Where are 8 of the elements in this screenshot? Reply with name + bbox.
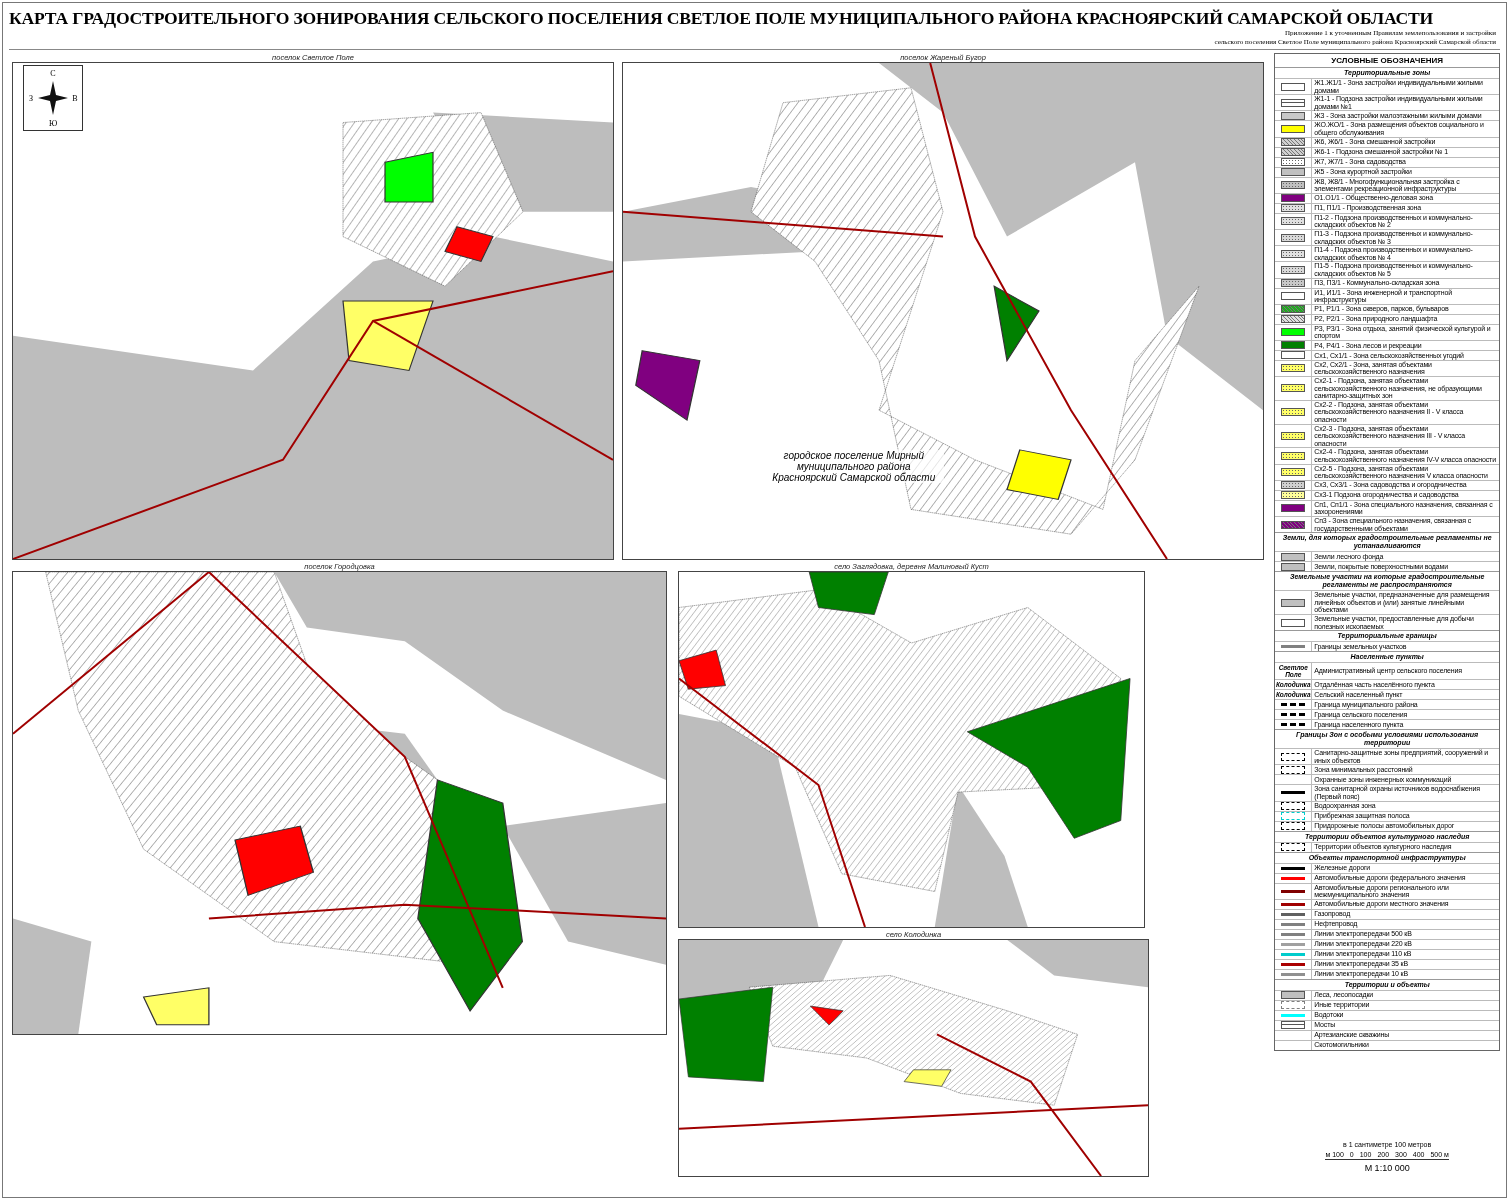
legend-title: УСЛОВНЫЕ ОБОЗНАЧЕНИЯ	[1330, 55, 1444, 67]
compass-letter: С	[50, 68, 56, 78]
scale-ratio: М 1:10 000	[1364, 1163, 1410, 1173]
compass-star-icon	[38, 81, 68, 115]
compass-letter: З	[29, 93, 33, 103]
map-title-heading: КАРТА ГРАДОСТРОИТЕЛЬНОГО ЗОНИРОВАНИЯ СЕЛЬСКОГО ПОСЕЛЕНИЯ СВЕТЛОЕ ПОЛЕ МУНИЦИПАЛЬНОГО РАЙОНА КРАСНОЯРСКИЙ САМАРСКОЙ ОБЛАСТИ	[9, 7, 1434, 29]
compass-letter: В	[72, 93, 78, 103]
compass-letter: Ю	[48, 118, 58, 128]
